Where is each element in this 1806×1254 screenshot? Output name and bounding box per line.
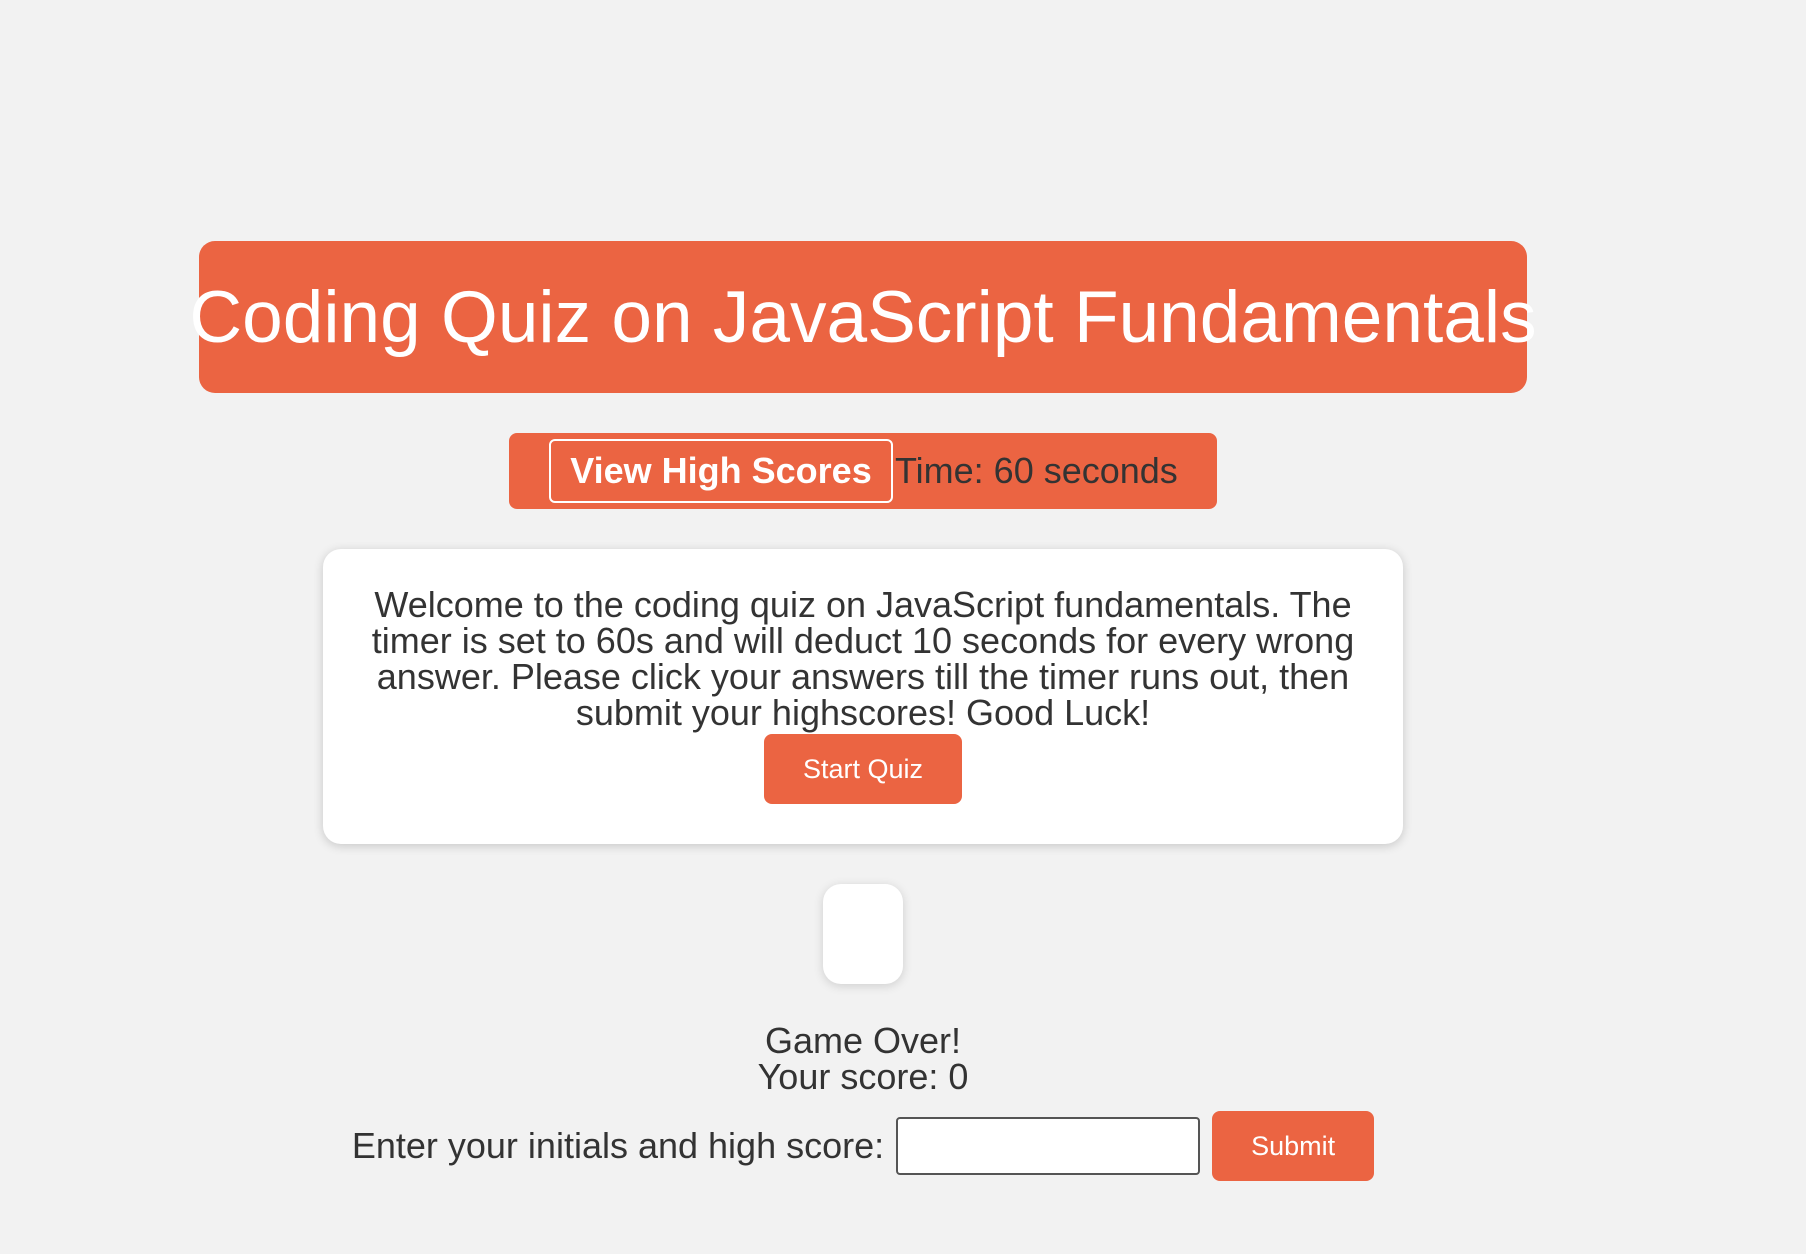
quiz-page: Coding Quiz on JavaScript Fundamentals V… [0,0,1806,1254]
initials-input[interactable] [896,1117,1201,1175]
page-title: Coding Quiz on JavaScript Fundamentals [189,276,1537,358]
question-card [823,884,903,984]
score-text: Your score: 0 [757,1056,969,1097]
start-quiz-button[interactable]: Start Quiz [764,734,962,804]
title-banner: Coding Quiz on JavaScript Fundamentals [189,241,1537,393]
welcome-message: Welcome to the coding quiz on JavaScript… [371,584,1355,733]
nav-bar: View High Scores Time: 60 seconds [509,433,1217,509]
view-high-scores-button[interactable]: View High Scores [549,439,893,503]
submit-button[interactable]: Submit [1212,1111,1375,1181]
timer-display: Time: 60 seconds [895,450,1178,491]
welcome-card: Welcome to the coding quiz on JavaScript… [323,549,1403,844]
game-over-panel: Game Over! Your score: 0 [0,1023,1726,1095]
initials-label: Enter your initials and high score: [351,1125,885,1166]
high-score-form: Enter your initials and high score: Subm… [0,1110,1726,1182]
game-over-text: Game Over! [764,1020,962,1061]
